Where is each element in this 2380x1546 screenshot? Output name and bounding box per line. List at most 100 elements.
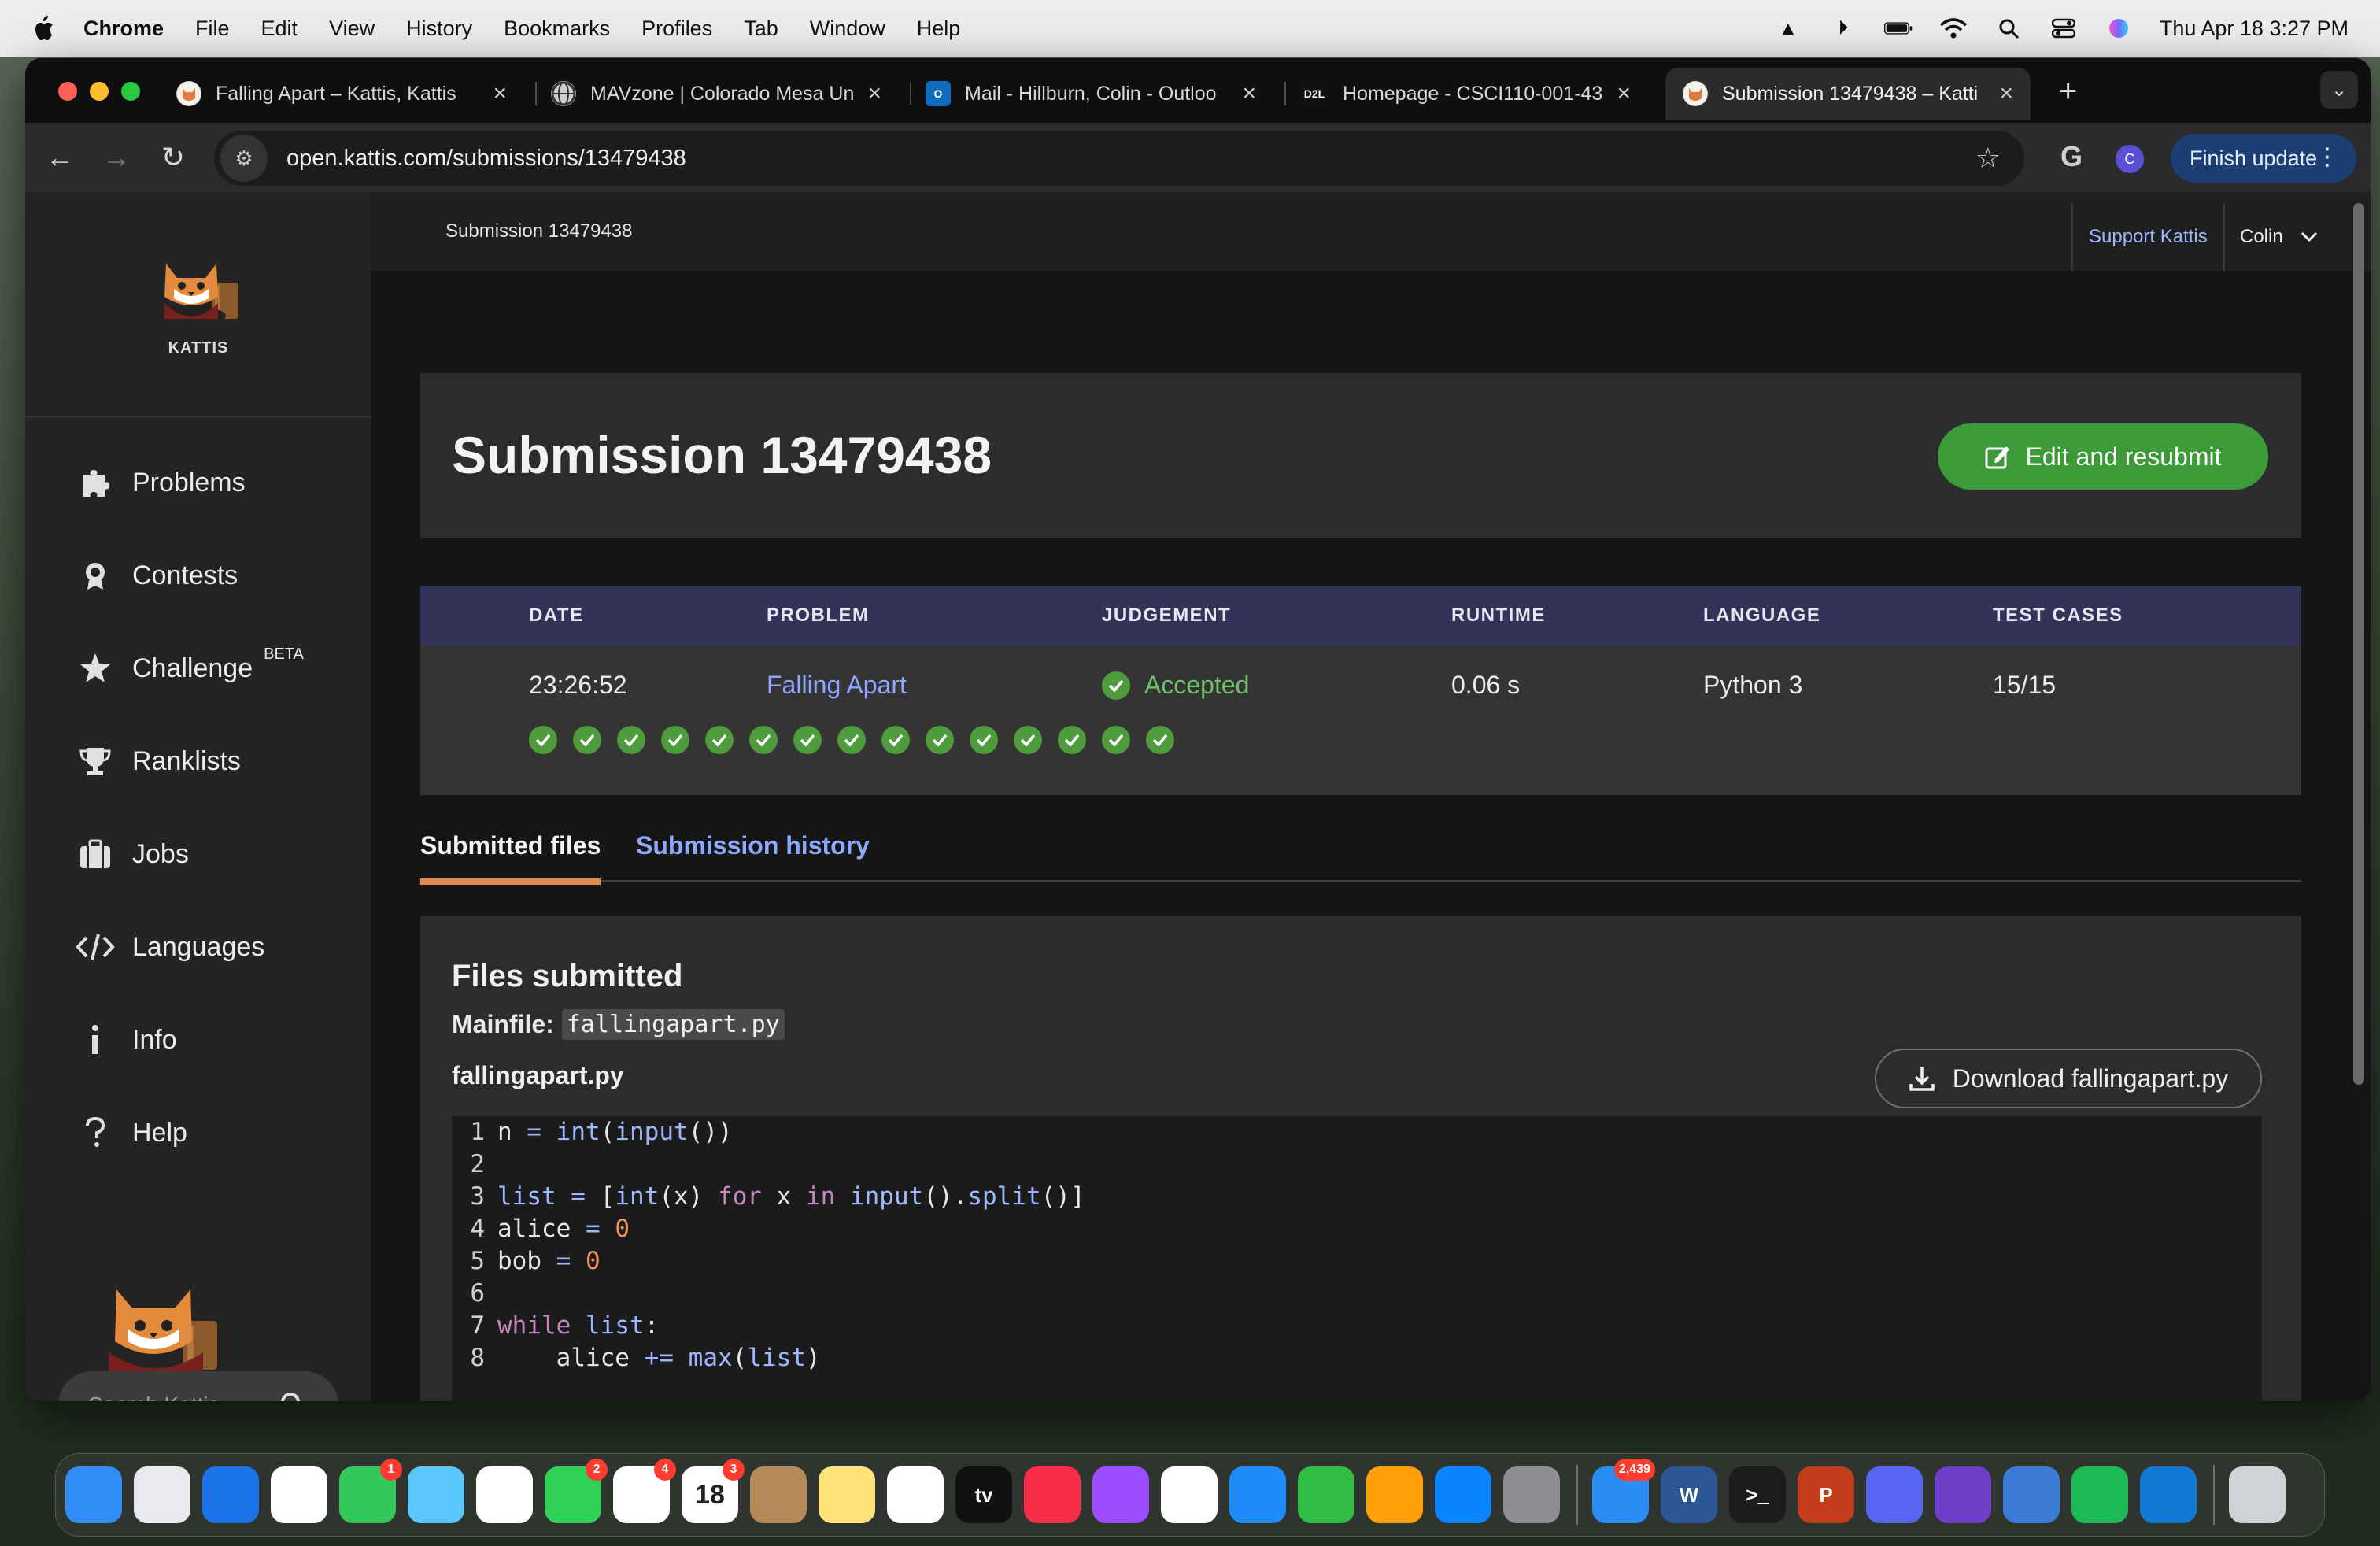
- tab-close-icon[interactable]: ×: [867, 80, 881, 107]
- trash-icon[interactable]: [2229, 1466, 2286, 1523]
- wifi-icon[interactable]: [1939, 17, 1968, 40]
- notes-icon[interactable]: [819, 1466, 875, 1523]
- more-menu-icon[interactable]: ⋮: [2315, 143, 2339, 171]
- code-viewer[interactable]: 1 n = int(input()) 2 3 list = [int(x) for x …: [452, 1116, 2262, 1401]
- problem-link[interactable]: Falling Apart: [767, 671, 907, 700]
- powerpoint-icon[interactable]: P: [1798, 1466, 1854, 1523]
- photos-icon[interactable]: [476, 1466, 533, 1523]
- sidebar-item-problems[interactable]: Problems: [25, 436, 371, 529]
- browser-tab[interactable]: Falling Apart – Kattis, Kattis ×: [159, 68, 524, 120]
- test-case-pass-icon[interactable]: [1102, 726, 1130, 754]
- tab-submitted-files[interactable]: Submitted files: [420, 831, 601, 885]
- sidebar-item-challenge[interactable]: Challenge BETA: [25, 622, 371, 715]
- test-case-pass-icon[interactable]: [881, 726, 910, 754]
- browser-tab[interactable]: D2L Homepage - CSCI110-001-43 ×: [1283, 68, 1648, 120]
- menu-edit[interactable]: Edit: [261, 17, 298, 41]
- pages-icon[interactable]: [1366, 1466, 1423, 1523]
- messages-icon[interactable]: 1: [339, 1459, 402, 1523]
- bookmark-star-icon[interactable]: ☆: [1975, 142, 2001, 175]
- breadcrumb[interactable]: Submission 13479438: [445, 220, 633, 242]
- tab-close-icon[interactable]: ×: [493, 80, 507, 107]
- menu-bookmarks[interactable]: Bookmarks: [504, 17, 610, 41]
- test-case-pass-icon[interactable]: [661, 726, 689, 754]
- menu-view[interactable]: View: [329, 17, 375, 41]
- vscode-icon[interactable]: [2140, 1466, 2197, 1523]
- terminal-icon[interactable]: >_: [1729, 1466, 1786, 1523]
- settings-icon[interactable]: [1503, 1466, 1560, 1523]
- page-scrollbar[interactable]: [2353, 200, 2366, 1129]
- sidebar-item-help[interactable]: Help: [25, 1086, 371, 1179]
- spotlight-search-icon[interactable]: [1994, 17, 2023, 40]
- news-icon[interactable]: [1161, 1466, 1218, 1523]
- test-case-pass-icon[interactable]: [1058, 726, 1086, 754]
- menu-file[interactable]: File: [195, 17, 230, 41]
- media-play-icon[interactable]: ⏵: [1829, 16, 1857, 40]
- browser-globe-icon[interactable]: [2003, 1466, 2060, 1523]
- launchpad-icon[interactable]: [134, 1466, 190, 1523]
- sidebar-item-contests[interactable]: Contests: [25, 529, 371, 622]
- reminders-icon[interactable]: 4: [613, 1459, 676, 1523]
- safari-icon[interactable]: [202, 1466, 259, 1523]
- forward-arrow-icon[interactable]: →: [99, 140, 134, 175]
- test-case-pass-icon[interactable]: [837, 726, 866, 754]
- menu-window[interactable]: Window: [810, 17, 885, 41]
- mail-icon[interactable]: 2,439: [1592, 1459, 1655, 1523]
- appstore-icon[interactable]: [1435, 1466, 1491, 1523]
- chrome-icon[interactable]: [271, 1466, 327, 1523]
- address-url[interactable]: open.kattis.com/submissions/13479438: [286, 146, 686, 172]
- github-icon[interactable]: [1935, 1466, 1991, 1523]
- control-center-icon[interactable]: [2049, 17, 2078, 40]
- sidebar-item-info[interactable]: Info: [25, 993, 371, 1086]
- sidebar-search-input[interactable]: Search Kattis: [58, 1371, 338, 1401]
- menu-profiles[interactable]: Profiles: [641, 17, 712, 41]
- test-case-pass-icon[interactable]: [749, 726, 778, 754]
- finder-icon[interactable]: [65, 1466, 122, 1523]
- search-icon[interactable]: [279, 1390, 307, 1401]
- test-case-pass-icon[interactable]: [529, 726, 557, 754]
- reload-icon[interactable]: ↻: [156, 140, 190, 175]
- support-kattis-link[interactable]: Support Kattis: [2071, 203, 2225, 271]
- siri-icon[interactable]: [2105, 17, 2133, 40]
- podcasts-icon[interactable]: [1092, 1466, 1149, 1523]
- test-case-pass-icon[interactable]: [793, 726, 822, 754]
- maps-icon[interactable]: [408, 1466, 464, 1523]
- facetime-icon[interactable]: 2: [545, 1459, 608, 1523]
- sidebar-item-languages[interactable]: Languages: [25, 901, 371, 993]
- word-icon[interactable]: W: [1661, 1466, 1717, 1523]
- sidebar-item-jobs[interactable]: Jobs: [25, 808, 371, 901]
- tab-close-icon[interactable]: ×: [1617, 80, 1631, 107]
- kattis-logo[interactable]: KATTIS: [25, 192, 371, 417]
- calendar-icon[interactable]: 18 3: [682, 1459, 745, 1523]
- user-menu[interactable]: Colin: [2240, 203, 2318, 271]
- freeform-icon[interactable]: [887, 1466, 944, 1523]
- apple-menu-icon[interactable]: [31, 15, 55, 42]
- menu-app-name[interactable]: Chrome: [83, 17, 164, 41]
- window-maximize-button[interactable]: [121, 82, 140, 101]
- test-case-pass-icon[interactable]: [1014, 726, 1042, 754]
- spotify-icon[interactable]: [2071, 1466, 2128, 1523]
- menu-help[interactable]: Help: [917, 17, 961, 41]
- browser-tab[interactable]: MAVzone | Colorado Mesa Un ×: [534, 68, 899, 120]
- music-icon[interactable]: [1024, 1466, 1081, 1523]
- address-bar[interactable]: ⚙ open.kattis.com/submissions/13479438 ☆: [214, 131, 2024, 186]
- test-case-pass-icon[interactable]: [970, 726, 998, 754]
- test-case-pass-icon[interactable]: [617, 726, 645, 754]
- browser-tab[interactable]: O Mail - Hillburn, Colin - Outloo ×: [908, 68, 1273, 120]
- test-case-pass-icon[interactable]: [1146, 726, 1174, 754]
- numbers-icon[interactable]: [1298, 1466, 1354, 1523]
- contacts-icon[interactable]: [750, 1466, 807, 1523]
- menu-tab[interactable]: Tab: [744, 17, 778, 41]
- window-close-button[interactable]: [58, 82, 77, 101]
- tv-icon[interactable]: tv: [955, 1466, 1012, 1523]
- tab-search-chevron-icon[interactable]: ⌄: [2320, 71, 2358, 109]
- test-case-pass-icon[interactable]: [705, 726, 734, 754]
- battery-icon[interactable]: [1883, 17, 1913, 40]
- sidebar-item-ranklists[interactable]: Ranklists: [25, 715, 371, 808]
- browser-tab-active[interactable]: Submission 13479438 – Katti ×: [1665, 68, 2031, 120]
- back-arrow-icon[interactable]: ←: [42, 140, 77, 175]
- scrollbar-thumb[interactable]: [2353, 203, 2364, 1085]
- new-tab-plus-icon[interactable]: +: [2059, 74, 2077, 109]
- drive-icon[interactable]: ▲: [1774, 17, 1802, 40]
- test-case-pass-icon[interactable]: [573, 726, 601, 754]
- test-case-pass-icon[interactable]: [926, 726, 954, 754]
